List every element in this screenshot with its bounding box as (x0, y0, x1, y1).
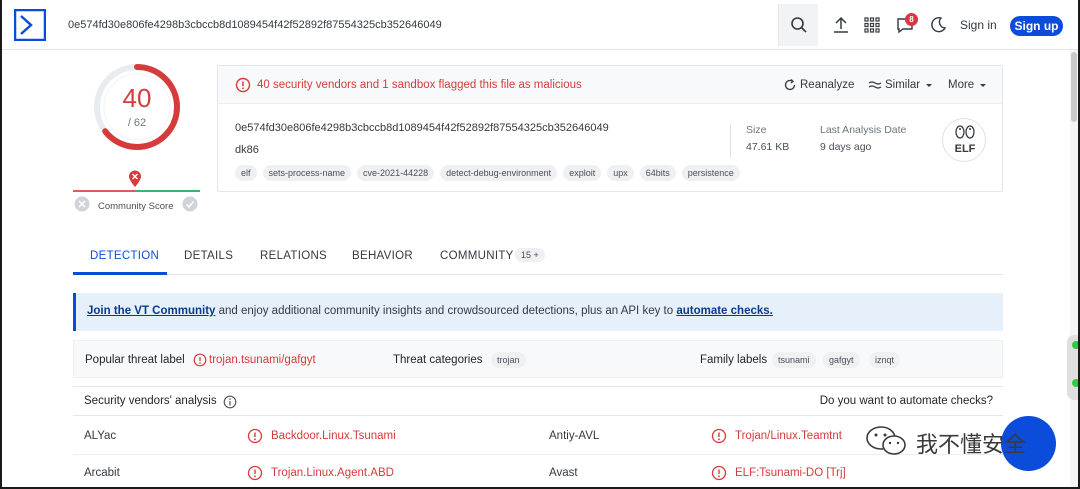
top-bar: 8 Sign in Sign up (2, 0, 1078, 50)
divider (730, 124, 731, 158)
popular-threat-label-value[interactable]: trojan.tsunami/gafgyt (209, 354, 316, 366)
upload-icon[interactable] (831, 15, 851, 35)
threat-category-pill[interactable]: trojan (491, 352, 526, 368)
browser-frame: 8 Sign in Sign up 40 / 62 Community Scor… (0, 0, 1080, 489)
size-value: 47.61 KB (746, 141, 790, 153)
reanalyze-icon[interactable] (783, 78, 797, 92)
dark-mode-moon-icon[interactable] (928, 15, 948, 35)
active-tab-indicator (73, 272, 167, 275)
sign-up-button[interactable]: Sign up (1010, 16, 1063, 36)
notification-count-badge: 8 (905, 13, 918, 26)
search-input[interactable] (60, 6, 778, 44)
file-name: dk86 (235, 144, 259, 156)
tab-bar: DETECTION DETAILS RELATIONS BEHAVIOR COM… (73, 240, 1003, 275)
similar-dropdown[interactable]: Similar (885, 79, 920, 91)
alert-circle-icon (235, 77, 251, 93)
watermark-text: 我不懂安全 (916, 433, 1027, 458)
wechat-logo-icon (866, 426, 906, 455)
tab-details[interactable]: DETAILS (184, 250, 233, 262)
community-count-badge: 15 + (515, 248, 545, 262)
tab-detection[interactable]: DETECTION (90, 250, 159, 262)
engines-total: / 62 (127, 117, 147, 129)
detection-count: 40 (122, 83, 152, 113)
file-tag[interactable]: 64bits (639, 165, 676, 181)
size-label: Size (746, 124, 767, 136)
community-banner: Join the VT Community and enjoy addition… (73, 293, 1003, 331)
vendor-detection-result: Backdoor.Linux.Tsunami (271, 430, 396, 442)
vote-malicious-icon[interactable] (74, 196, 90, 212)
join-community-link[interactable]: Join the VT Community (87, 305, 215, 317)
scrollbar-thumb[interactable] (1071, 52, 1077, 122)
file-type-badge: ELF (942, 118, 986, 162)
file-tags: elf sets-process-name cve-2021-44228 detect… (235, 165, 740, 181)
side-feedback-widget[interactable] (1067, 335, 1078, 400)
automate-checks-question[interactable]: Do you want to automate checks? (820, 395, 993, 407)
community-score-negative-bar (73, 190, 135, 192)
alert-circle-icon (247, 465, 263, 481)
community-score-positive-bar (135, 190, 200, 192)
alert-circle-icon (247, 428, 263, 444)
family-label-pill[interactable]: tsunami (772, 352, 816, 368)
file-tag[interactable]: detect-debug-environment (440, 165, 558, 181)
similar-icon[interactable] (868, 78, 882, 92)
file-tag[interactable]: cve-2021-44228 (357, 165, 435, 181)
family-label-pill[interactable]: gafgyt (823, 352, 860, 368)
virustotal-logo-icon[interactable] (14, 9, 46, 41)
file-summary-card: 40 security vendors and 1 sandbox flagge… (217, 65, 1003, 192)
vendor-row: Arcabit Trojan.Linux.Agent.ABD Avast ELF… (73, 455, 1003, 487)
community-score-label: Community Score (98, 201, 174, 212)
chevron-down-icon[interactable] (976, 78, 990, 92)
banner-body-text: and enjoy additional community insights … (215, 305, 677, 317)
more-dropdown[interactable]: More (948, 79, 974, 91)
tab-community[interactable]: COMMUNITY (440, 250, 514, 262)
vendor-name: Antiy-AVL (549, 430, 600, 442)
vendor-detection-result: Trojan/Linux.Teamtnt (735, 430, 842, 442)
tab-relations[interactable]: RELATIONS (260, 250, 327, 262)
file-type-text: ELF (954, 143, 976, 155)
popular-threat-label-title: Popular threat label (85, 354, 185, 366)
automate-checks-link[interactable]: automate checks. (676, 305, 773, 317)
alert-circle-icon (711, 428, 727, 444)
malicious-alert-text: 40 security vendors and 1 sandbox flagge… (257, 79, 582, 91)
tab-behavior[interactable]: BEHAVIOR (352, 250, 413, 262)
banner-text: Join the VT Community and enjoy addition… (87, 305, 773, 317)
vote-harmless-icon[interactable] (182, 196, 198, 212)
vendor-name: Arcabit (84, 467, 120, 479)
status-dot-icon (1072, 341, 1078, 349)
alert-circle-icon (711, 465, 727, 481)
search-icon (790, 17, 807, 33)
vendor-name: ALYac (84, 430, 117, 442)
file-tag[interactable]: elf (235, 165, 257, 181)
vendor-name: Avast (549, 467, 578, 479)
community-score-marker-icon (129, 170, 141, 187)
sign-in-link[interactable]: Sign in (960, 18, 997, 32)
vendor-detection-result: ELF:Tsunami-DO [Trj] (735, 467, 846, 479)
vendors-analysis-header: Security vendors' analysis Do you want t… (73, 386, 1003, 416)
vendor-detection-result: Trojan.Linux.Agent.ABD (271, 467, 394, 479)
file-tag[interactable]: sets-process-name (262, 165, 352, 181)
family-labels-title: Family labels (700, 354, 768, 366)
last-analysis-value: 9 days ago (820, 141, 872, 153)
threat-categories-title: Threat categories (393, 354, 483, 366)
family-label-pill[interactable]: iznqt (869, 352, 901, 368)
last-analysis-label: Last Analysis Date (820, 124, 907, 136)
info-icon[interactable] (223, 395, 237, 409)
vendors-analysis-title: Security vendors' analysis (84, 395, 217, 407)
apps-grid-icon[interactable] (862, 15, 882, 35)
file-tag[interactable]: persistence (681, 165, 740, 181)
threat-labels-row: Popular threat label trojan.tsunami/gafg… (73, 340, 1003, 378)
reanalyze-button[interactable]: Reanalyze (800, 79, 854, 91)
file-hash[interactable]: 0e574fd30e806fe4298b3cbccb8d1089454f42f5… (235, 122, 609, 134)
alert-header: 40 security vendors and 1 sandbox flagge… (218, 66, 1002, 104)
search-button[interactable] (778, 4, 818, 46)
chevron-down-icon[interactable] (922, 78, 936, 92)
linux-tux-icon (955, 125, 975, 139)
file-tag[interactable]: upx (607, 165, 634, 181)
alert-circle-icon (193, 353, 207, 367)
status-dot-icon (1072, 379, 1078, 387)
file-tag[interactable]: exploit (563, 165, 602, 181)
